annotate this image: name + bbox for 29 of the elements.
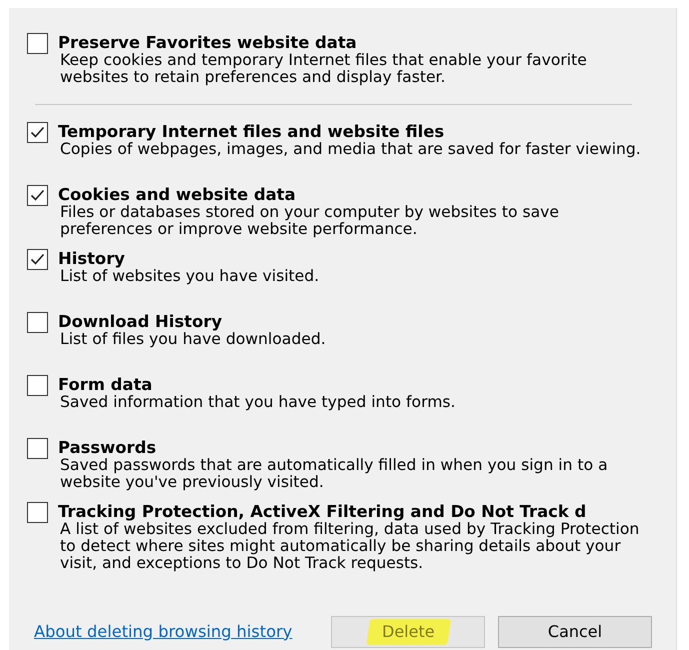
option-description: A list of websites excluded from filtering, data used by Tracking Protection to detect where sites might automatically be sharing details about your visit, and exceptions to Do Not Track requests. [60,520,640,572]
checkbox[interactable] [27,33,48,54]
option-description: Keep cookies and temporary Internet files that enable your favorite websites to retain preferences and display faster. [60,52,588,86]
checkbox[interactable] [27,122,48,143]
option-label[interactable]: History [58,250,320,268]
option-description: Saved passwords that are automatically filled in when you sign in to a website you've previously visited. [60,457,609,492]
help-link[interactable]: About deleting browsing history [34,620,292,644]
checkbox[interactable] [27,375,48,396]
option-label[interactable]: Temporary Internet files and website files [58,123,641,141]
checkbox[interactable] [27,438,48,460]
option-description: Copies of webpages, images, and media that are saved for faster viewing. [60,141,641,158]
checkbox[interactable] [27,185,48,206]
checkbox[interactable] [27,312,48,333]
check-icon [30,126,45,139]
option-description: List of websites you have visited. [60,268,320,285]
option-description: Saved information that you have typed into forms. [60,394,456,412]
option-description: Files or databases stored on your computer by websites to save preferences or improve website performance. [60,204,560,238]
checkbox[interactable] [27,248,48,270]
checkbox[interactable] [27,502,48,523]
option-label[interactable]: Passwords [58,439,645,458]
option-label[interactable]: Download History [58,312,326,331]
option-label[interactable]: Form data [58,376,456,394]
option-label[interactable]: Tracking Protection, ActiveX Filtering and Do Not Track d [58,502,645,521]
option-description: List of files you have downloaded. [60,330,326,348]
option-label[interactable]: Cookies and website data [58,186,645,204]
check-icon [30,252,45,266]
option-label[interactable]: Preserve Favorites website data [58,34,645,52]
cancel-button[interactable]: Cancel [498,616,652,648]
check-icon [30,189,45,202]
